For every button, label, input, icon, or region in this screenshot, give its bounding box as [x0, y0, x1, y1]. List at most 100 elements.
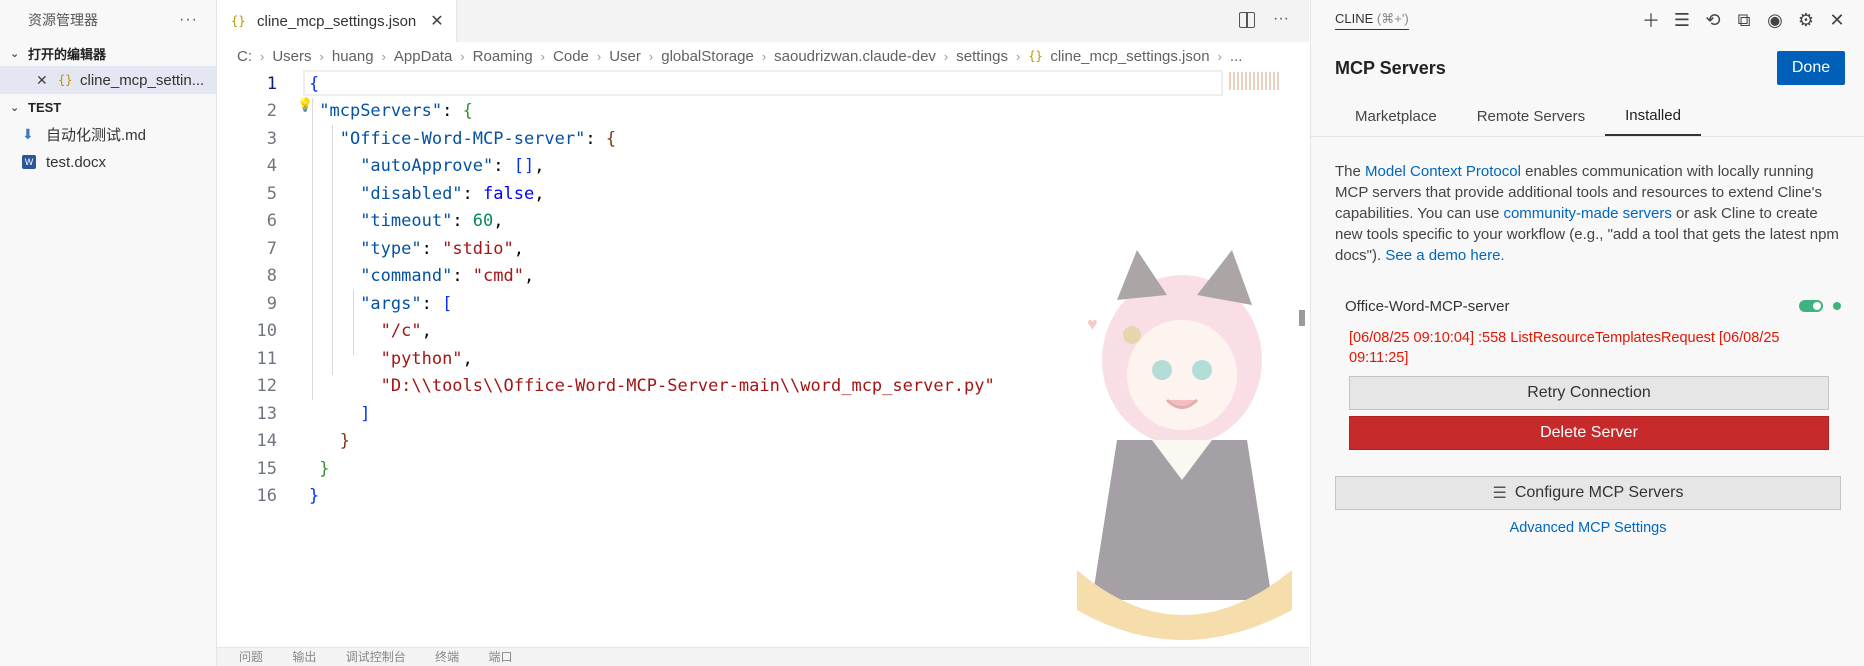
json-key: "Office-Word-MCP-server" [339, 128, 586, 149]
community-servers-link[interactable]: community-made servers [1503, 205, 1671, 222]
retry-connection-button[interactable]: Retry Connection [1349, 376, 1829, 410]
open-editor-item[interactable]: ✕ {} cline_mcp_settin... [0, 66, 216, 94]
json-key: "autoApprove" [360, 156, 494, 177]
editor-area: {} cline_mcp_settings.json ✕ ··· C: › Use… [217, 0, 1309, 666]
editor-actions: ··· [1239, 10, 1289, 28]
file-item-md[interactable]: ⬇ 自动化测试.md [0, 120, 216, 148]
code-line: 1 { [217, 70, 1309, 98]
breadcrumb-item[interactable]: AppData [394, 48, 452, 65]
open-editors-section[interactable]: ⌄ 打开的编辑器 [0, 40, 216, 66]
close-tab-icon[interactable]: ✕ [430, 11, 443, 31]
code-line: 2 "mcpServers": { [217, 98, 1309, 126]
explorer-sidebar: 资源管理器 ··· ⌄ 打开的编辑器 ✕ {} cline_mcp_settin… [0, 0, 217, 666]
breadcrumb-item[interactable]: huang [332, 48, 374, 65]
mcp-protocol-link[interactable]: Model Context Protocol [1365, 163, 1521, 180]
json-value: 60 [472, 211, 494, 232]
plus-icon[interactable]: ＋ [1641, 7, 1661, 33]
code-line: 3 "Office-Word-MCP-server": { [217, 125, 1309, 153]
intro-text: The [1335, 163, 1366, 180]
line-number: 12 [256, 376, 277, 397]
json-file-icon: {} [1028, 49, 1043, 63]
cline-title: CLINE (⌘+') [1335, 11, 1409, 30]
workspace-section[interactable]: ⌄ TEST [0, 94, 216, 120]
code-line: 10 "/c", [217, 318, 1309, 346]
server-name: Office-Word-MCP-server [1345, 297, 1510, 315]
chevron-right-icon: › [460, 48, 465, 64]
json-file-icon: {} [231, 14, 246, 28]
breadcrumb-item[interactable]: Roaming [473, 48, 533, 65]
server-stack-icon: ☰ [1492, 485, 1507, 502]
file-item-docx[interactable]: W test.docx [0, 148, 216, 176]
configure-mcp-servers-button[interactable]: ☰ Configure MCP Servers [1335, 476, 1841, 510]
breadcrumb-item[interactable]: cline_mcp_settings.json [1050, 48, 1209, 65]
json-key: "disabled" [360, 183, 463, 204]
tab-label: cline_mcp_settings.json [257, 12, 417, 30]
done-button[interactable]: Done [1777, 51, 1845, 85]
server-item[interactable]: Office-Word-MCP-server [1345, 294, 1841, 318]
more-actions-icon[interactable]: ··· [179, 11, 198, 29]
breadcrumb-item[interactable]: saoudrizwan.claude-dev [774, 48, 936, 65]
server-controls [1799, 300, 1841, 312]
server-stack-icon[interactable]: ☰ [1672, 10, 1692, 31]
breadcrumb-item[interactable]: Code [553, 48, 589, 65]
close-icon[interactable]: ✕ [1827, 10, 1847, 31]
explorer-title: 资源管理器 [28, 12, 98, 28]
code-line: 13 ] [217, 400, 1309, 428]
breadcrumb-item[interactable]: globalStorage [661, 48, 754, 65]
breadcrumb-overflow[interactable]: ... [1230, 48, 1243, 65]
tab-remote-servers[interactable]: Remote Servers [1457, 96, 1605, 136]
panel-tab[interactable]: 调试控制台 [346, 650, 406, 664]
account-icon[interactable]: ◉ [1765, 10, 1785, 31]
breadcrumb-item[interactable]: settings [956, 48, 1008, 65]
gear-icon[interactable]: ⚙ [1796, 10, 1816, 31]
line-number: 1 [266, 73, 277, 94]
json-key: "command" [360, 266, 453, 287]
json-value: "python" [380, 348, 463, 369]
workspace-label: TEST [28, 99, 62, 115]
chevron-right-icon: › [596, 48, 602, 64]
bottom-panel-strip[interactable]: 问题 输出 调试控制台 终端 端口 [217, 647, 1309, 666]
line-number: 9 [266, 293, 277, 314]
breadcrumb-item[interactable]: User [609, 48, 641, 65]
delete-server-button[interactable]: Delete Server [1349, 416, 1829, 450]
configure-label: Configure MCP Servers [1514, 484, 1684, 501]
line-number: 5 [266, 183, 277, 204]
line-number: 6 [266, 211, 277, 232]
tab-marketplace[interactable]: Marketplace [1335, 96, 1457, 136]
code-line: 6 "timeout": 60, [217, 208, 1309, 236]
advanced-mcp-settings-link[interactable]: Advanced MCP Settings [1311, 520, 1864, 536]
code-line: 5 "disabled": false, [217, 180, 1309, 208]
line-number: 11 [256, 348, 277, 369]
server-enable-toggle[interactable] [1799, 300, 1823, 312]
mcp-tabs: Marketplace Remote Servers Installed [1311, 96, 1864, 137]
word-doc-icon: W [22, 155, 36, 169]
demo-link[interactable]: See a demo here. [1385, 247, 1504, 264]
json-value: false [483, 183, 535, 204]
tab-installed[interactable]: Installed [1605, 96, 1701, 136]
chevron-right-icon: › [1015, 48, 1021, 64]
line-number: 4 [266, 156, 277, 177]
more-actions-icon[interactable]: ··· [1273, 10, 1289, 28]
code-editor[interactable]: 1 { 2 "mcpServers": { 3 "Office-Word-MCP… [217, 70, 1309, 650]
mcp-header: MCP Servers Done [1311, 40, 1864, 96]
breadcrumb-item[interactable]: C: [237, 48, 252, 65]
code-line: 15 } [217, 455, 1309, 483]
json-key: "mcpServers" [319, 101, 443, 122]
code-line: 4 "autoApprove": [], [217, 153, 1309, 181]
popout-icon[interactable]: ⧉ [1734, 10, 1754, 31]
json-key: "args" [360, 293, 422, 314]
explorer-header: 资源管理器 ··· [0, 0, 216, 40]
panel-tab[interactable]: 端口 [488, 650, 512, 664]
split-editor-icon[interactable] [1239, 12, 1256, 28]
breadcrumb-item[interactable]: Users [272, 48, 311, 65]
close-icon[interactable]: ✕ [36, 72, 58, 89]
code-line: 12 "D:\\tools\\Office-Word-MCP-Server-ma… [217, 373, 1309, 401]
history-icon[interactable]: ⟲ [1703, 10, 1723, 31]
panel-tab[interactable]: 终端 [435, 650, 459, 664]
editor-tab-active[interactable]: {} cline_mcp_settings.json ✕ [217, 0, 457, 42]
line-number: 2 [266, 101, 277, 122]
code-line: 8 "command": "cmd", [217, 263, 1309, 291]
chevron-right-icon: › [648, 48, 654, 64]
panel-tab[interactable]: 问题 [239, 650, 263, 664]
panel-tab[interactable]: 输出 [292, 650, 316, 664]
